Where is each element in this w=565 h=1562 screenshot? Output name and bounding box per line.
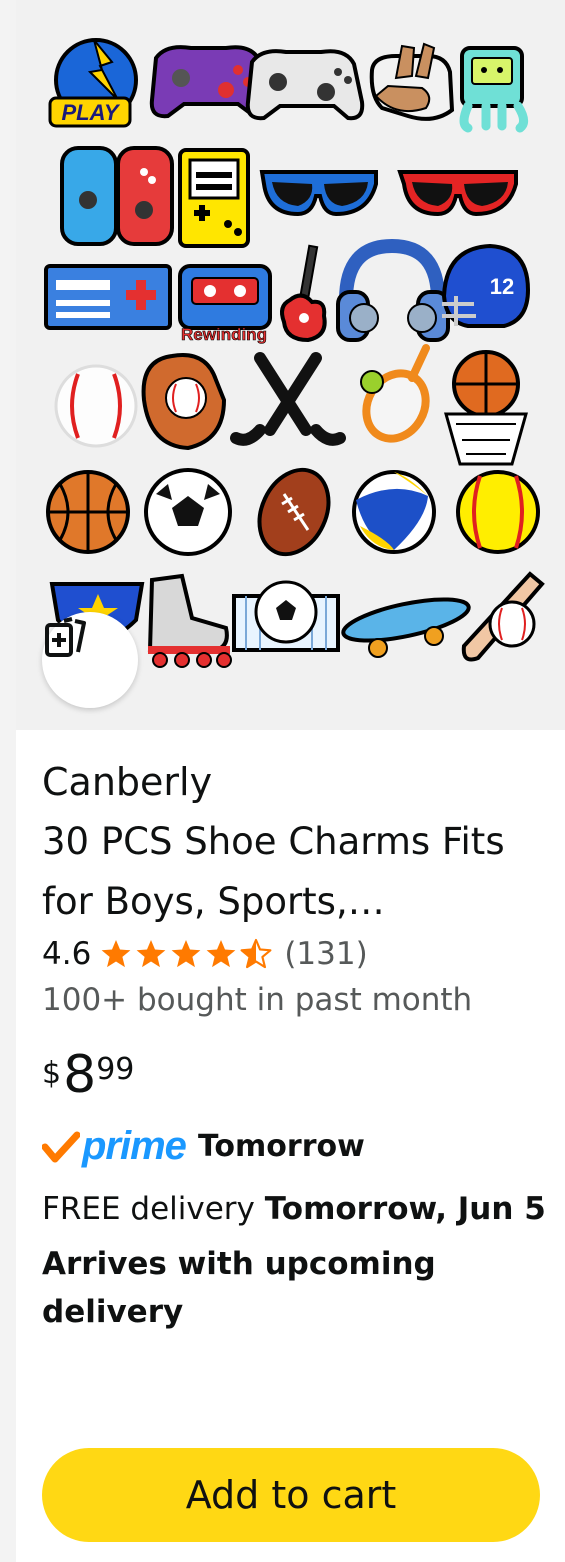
star-rating [99, 938, 274, 970]
add-to-cart-button[interactable]: Add to cart [42, 1448, 540, 1542]
prime-logo: prime [82, 1123, 187, 1168]
product-card[interactable]: PLAY Rewinding 12 Canberly 30 PCS Shoe C… [16, 0, 565, 1562]
review-count[interactable]: (131) [284, 936, 367, 972]
price-whole: 8 [63, 1045, 97, 1105]
brand-name[interactable]: Canberly [42, 752, 552, 812]
soccer-ball-charm [144, 468, 232, 556]
product-title-line-1[interactable]: 30 PCS Shoe Charms Fits [42, 812, 552, 872]
product-image[interactable]: PLAY Rewinding 12 [16, 0, 565, 730]
blue-sunglasses-charm [259, 170, 378, 217]
prime-check-icon [42, 1131, 80, 1163]
guitar-charm [280, 244, 327, 343]
svg-text:Rewinding: Rewinding [181, 325, 267, 344]
price-fraction: 99 [96, 1052, 135, 1087]
star-full-icon [136, 940, 166, 968]
left-gutter [0, 0, 16, 1562]
bat-ball-charm [461, 571, 545, 662]
basketball-charm [46, 470, 130, 554]
upcoming-delivery-note: Arrives with upcoming delivery [42, 1246, 436, 1330]
switch-controller-charm [60, 146, 174, 246]
baseball-charm [54, 364, 138, 448]
prime-badge: prime Tomorrow [42, 1120, 552, 1172]
football-helmet-charm: 12 [441, 243, 531, 328]
svg-text:12: 12 [490, 274, 514, 299]
white-gamepad-charm [245, 49, 365, 121]
delivery-date: Tomorrow, Jun 5 [264, 1191, 546, 1227]
nes-controller-charm [44, 264, 172, 330]
hand-controller-charm [369, 42, 455, 121]
basketball-hoop-charm [444, 350, 528, 466]
star-half-icon [240, 938, 272, 969]
product-info: Canberly 30 PCS Shoe Charms Fits for Boy… [42, 752, 552, 1336]
headphones-charm [336, 238, 450, 342]
gameboy-charm [178, 148, 250, 248]
tennis-racket-charm [360, 344, 430, 443]
play-controller-charm: PLAY [48, 38, 138, 128]
football-charm [257, 467, 331, 557]
price-symbol: $ [42, 1056, 62, 1091]
delivery-info: FREE delivery Tomorrow, Jun 5 [42, 1184, 552, 1234]
star-full-icon [206, 940, 236, 968]
soccer-goal-charm [232, 580, 340, 652]
volleyball-charm [352, 470, 436, 554]
product-title-line-2[interactable]: for Boys, Sports,… [42, 872, 552, 932]
rating-value: 4.6 [42, 936, 92, 972]
baseball-glove-charm [141, 353, 227, 451]
bought-count: 100+ bought in past month [42, 982, 473, 1018]
delivery-prefix: FREE delivery [42, 1191, 265, 1227]
star-full-icon [171, 940, 201, 968]
cassette-charm: Rewinding [178, 264, 272, 344]
add-compare-icon [45, 617, 86, 657]
star-full-icon [101, 940, 131, 968]
svg-text:PLAY: PLAY [61, 100, 120, 125]
prime-delivery-day: Tomorrow [197, 1128, 365, 1164]
add-to-compare-button[interactable] [42, 612, 138, 708]
hockey-sticks-charm [230, 352, 346, 446]
red-sunglasses-charm [397, 170, 518, 217]
skateboard-charm [341, 597, 471, 658]
roller-skate-charm [147, 573, 232, 668]
game-robot-charm [459, 46, 528, 133]
rating-row[interactable]: 4.6 (131) [42, 934, 552, 974]
price: $ 8 99 [42, 1042, 552, 1112]
softball-charm [456, 470, 540, 554]
